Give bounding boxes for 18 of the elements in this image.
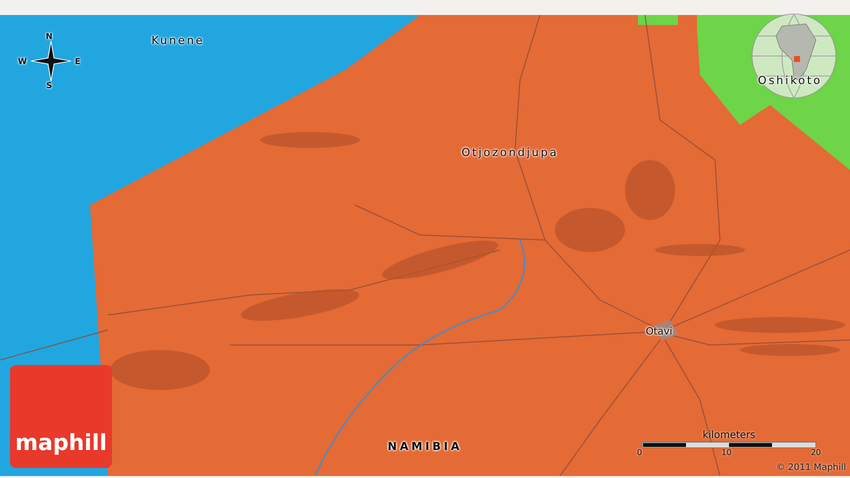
copyright-text: © 2011 Maphill	[776, 463, 846, 473]
compass-letter: S	[46, 81, 52, 90]
town-label: Otavi	[646, 326, 672, 338]
scale-bar-icon	[642, 442, 816, 448]
scale-title: kilometers	[702, 430, 756, 442]
country-label: NAMIBIA	[388, 440, 462, 453]
compass-letter: W	[18, 56, 27, 66]
scale-tick-label: 10	[721, 448, 732, 458]
scale-tick-label: 0	[637, 448, 642, 458]
compass-rose-icon	[30, 41, 71, 81]
logo: maphill	[10, 365, 112, 468]
scale-tick-label: 20	[810, 448, 821, 458]
region-label: Kunene	[151, 34, 205, 47]
globe-icon	[750, 12, 838, 100]
compass-letter: E	[74, 56, 80, 66]
region-label: Oshikoto	[758, 74, 822, 87]
compass-letter: N	[46, 32, 52, 41]
region-label: Otjozondjupa	[462, 146, 558, 159]
